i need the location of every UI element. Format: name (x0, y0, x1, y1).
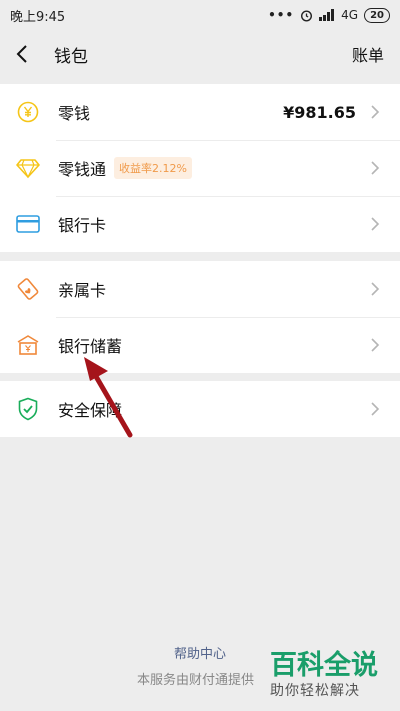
diamond-icon (16, 156, 40, 180)
row-label: 银行储蓄 (58, 337, 123, 356)
row-security[interactable]: 安全保障 (0, 381, 400, 437)
chevron-left-icon (16, 45, 27, 63)
wallet-group-3: 安全保障 (0, 381, 400, 437)
annotation-arrow-icon (84, 357, 133, 438)
alarm-icon (301, 9, 313, 22)
back-button[interactable] (16, 43, 38, 65)
row-label: 零钱通 (58, 160, 107, 179)
status-icons: ••• 4G 20 (268, 7, 390, 23)
page-title: 钱包 (54, 46, 88, 67)
row-family-card[interactable]: 亲属卡 (0, 261, 400, 317)
wallet-group-1: 零钱 ¥981.65 零钱通 收益率2.12% 银行卡 (0, 84, 400, 252)
row-licaitong[interactable]: 零钱通 收益率2.12% (0, 140, 400, 196)
row-bank-deposit[interactable]: 银行储蓄 (0, 317, 400, 373)
status-time: 晚上9:45 (10, 9, 66, 25)
watermark-subtitle: 助你轻松解决 (270, 683, 360, 699)
watermark-logo: 百科全说 助你轻松解决 (270, 650, 400, 700)
shield-icon (16, 397, 40, 421)
chevron-right-icon (371, 282, 380, 296)
yield-badge: 收益率2.12% (114, 157, 192, 179)
row-label: 亲属卡 (58, 281, 107, 300)
row-label: 银行卡 (58, 216, 107, 235)
more-dots-icon: ••• (268, 8, 295, 22)
chevron-right-icon (371, 161, 380, 175)
network-type: 4G (341, 8, 359, 22)
signal-icon (319, 9, 335, 21)
nav-header: 钱包 账单 (0, 30, 400, 78)
card-icon (16, 212, 40, 236)
wallet-group-2: 亲属卡 银行储蓄 (0, 261, 400, 373)
chevron-right-icon (371, 217, 380, 231)
row-label: 零钱 (58, 104, 91, 123)
watermark-title: 百科全说 (270, 650, 378, 681)
row-change[interactable]: 零钱 ¥981.65 (0, 84, 400, 140)
chevron-right-icon (371, 402, 380, 416)
balance-value: ¥981.65 (283, 102, 356, 122)
yuan-circle-icon (16, 100, 40, 124)
chevron-right-icon (371, 338, 380, 352)
row-bank-card[interactable]: 银行卡 (0, 196, 400, 252)
family-card-icon (16, 277, 40, 301)
bill-button[interactable]: 账单 (352, 42, 384, 66)
chevron-right-icon (371, 105, 380, 119)
bank-deposit-icon (16, 333, 40, 357)
battery-icon: 20 (364, 7, 390, 23)
status-bar: 晚上9:45 ••• 4G 20 (0, 0, 400, 30)
service-provider-note: 本服务由财付通提供 (137, 673, 255, 688)
